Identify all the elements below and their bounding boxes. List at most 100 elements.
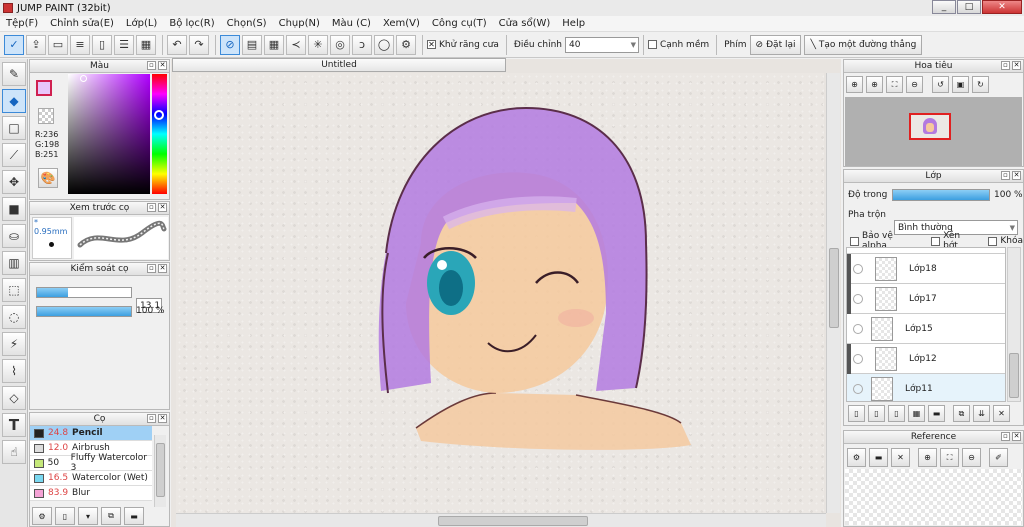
zoom-out-icon[interactable]: ⊖ [906,76,923,93]
new-layer-icon[interactable]: ▯ [848,405,865,422]
menu-filter[interactable]: Bộ lọc(R) [163,18,220,29]
open-folder-icon[interactable]: ▬ [869,448,888,467]
zoom-out-icon[interactable]: ⊖ [962,448,981,467]
close-icon[interactable]: ✕ [1012,432,1021,441]
menu-color[interactable]: Màu (C) [326,18,377,29]
undock-icon[interactable]: ▫ [147,203,156,212]
ellipse-snap-icon[interactable]: ◯ [374,34,394,55]
brush-item-blur[interactable]: 83.9 Blur [30,486,152,501]
reset-button[interactable]: ⊘ Đặt lại [749,34,802,55]
layer-visibility-icon[interactable]: ✓ [4,34,24,55]
maximize-button[interactable]: □ [957,0,981,14]
select-pen-tool-icon[interactable]: ⌇ [2,359,26,383]
reference-view[interactable] [845,469,1022,525]
layer-list-scrollbar[interactable] [1007,247,1021,402]
brush-tool-icon[interactable]: ✎ [2,62,26,86]
menu-file[interactable]: Tệp(F) [0,18,44,29]
menu-window[interactable]: Cửa sổ(W) [493,18,557,29]
canvas-vertical-scrollbar[interactable] [826,73,840,513]
close-button[interactable]: ✕ [982,0,1022,14]
close-icon[interactable]: ✕ [1012,171,1021,180]
snap-off-icon[interactable]: ⊘ [220,34,240,55]
lock-checkbox[interactable] [988,236,998,246]
rotate-left-icon[interactable]: ↺ [932,76,949,93]
undock-icon[interactable]: ▫ [1001,171,1010,180]
settings-icon[interactable]: ⚙ [396,34,416,55]
undock-icon[interactable]: ▫ [1001,432,1010,441]
document-tab[interactable]: Untitled [172,58,506,72]
layer-row[interactable]: Lớp18 [847,254,1005,284]
brush-item-watercolor-wet[interactable]: 16.5 Watercolor (Wet) [30,471,152,486]
fill-shape-tool-icon[interactable]: ■ [2,197,26,221]
eyedropper-icon[interactable]: ✐ [989,448,1008,467]
main-color-swatch[interactable] [36,80,52,96]
brush-opacity-slider[interactable] [36,306,132,317]
navigator-preview[interactable] [845,97,1022,166]
export-icon[interactable]: ⇪ [26,34,46,55]
zoom-fit-icon[interactable]: ⛶ [886,76,903,93]
close-icon[interactable]: ✕ [1012,61,1021,70]
eye-icon[interactable] [853,383,863,394]
new-8bit-layer-icon[interactable]: ▯ [868,405,885,422]
page-icon[interactable]: ▯ [92,34,112,55]
rotate-right-icon[interactable]: ↻ [972,76,989,93]
hue-slider[interactable] [152,74,167,194]
zoom-actual-icon[interactable]: ⊕ [846,76,863,93]
zoom-in-icon[interactable]: ⊕ [918,448,937,467]
menu-select[interactable]: Chọn(S) [221,18,273,29]
curve-snap-icon[interactable]: ↄ [352,34,372,55]
menu-capture[interactable]: Chụp(N) [273,18,326,29]
close-reference-icon[interactable]: ✕ [891,448,910,467]
palette-icon[interactable]: 🎨 [38,168,58,188]
brush-copy-icon[interactable]: ⧉ [101,507,121,525]
brush-item-fluffy-watercolor[interactable]: 50 Fluffy Watercolor 3 [30,453,152,473]
undock-icon[interactable]: ▫ [147,61,156,70]
brush-list-scrollbar[interactable] [154,435,166,507]
eye-icon[interactable] [853,323,863,334]
antialias-checkbox[interactable]: ✕ [427,40,436,49]
layer-opacity-slider[interactable] [892,189,990,201]
lasso-tool-icon[interactable]: ◌ [2,305,26,329]
text-tool-icon[interactable]: T [2,413,26,437]
layer-row[interactable]: Lớp15 [847,314,1005,344]
parallel-snap-icon[interactable]: ▤ [242,34,262,55]
brush-settings-icon[interactable]: ⚙ [32,507,52,525]
list-icon[interactable]: ☰ [114,34,134,55]
new-brush-icon[interactable]: ▯ [55,507,75,525]
gradient-tool-icon[interactable]: ▥ [2,251,26,275]
select-eraser-tool-icon[interactable]: ◇ [2,386,26,410]
eraser-tool-icon[interactable]: ◆ [2,89,26,113]
duplicate-layer-icon[interactable]: ⧉ [953,405,970,422]
bucket-tool-icon[interactable]: ⛀ [2,224,26,248]
hand-tool-icon[interactable]: ☝ [2,440,26,464]
adjust-select[interactable]: 40 ▼ [564,36,639,53]
canvas-horizontal-scrollbar[interactable] [176,513,826,527]
radial-snap-icon[interactable]: ✳ [308,34,328,55]
zoom-fit-icon[interactable]: ⛶ [940,448,959,467]
menu-tools[interactable]: Công cụ(T) [426,18,493,29]
rotate-reset-icon[interactable]: ▣ [952,76,969,93]
undock-icon[interactable]: ▫ [147,264,156,273]
select-rect-tool-icon[interactable]: ⬚ [2,278,26,302]
redo-icon[interactable]: ↷ [189,34,209,55]
menu-help[interactable]: Help [556,18,591,29]
vanishing-snap-icon[interactable]: ≺ [286,34,306,55]
rectangle-tool-icon[interactable]: □ [2,116,26,140]
brush-size-slider[interactable] [36,287,132,298]
layer-row-selected[interactable]: Lớp11 [847,374,1005,401]
comment-icon[interactable]: ▭ [48,34,68,55]
close-icon[interactable]: ✕ [158,203,167,212]
zoom-in-icon[interactable]: ⊕ [866,76,883,93]
menu-layer[interactable]: Lớp(L) [120,18,163,29]
move-tool-icon[interactable]: ✥ [2,170,26,194]
close-icon[interactable]: ✕ [158,264,167,273]
transparent-color-swatch[interactable] [38,108,54,124]
close-icon[interactable]: ✕ [158,61,167,70]
straight-line-button[interactable]: ╲ Tạo một đường thẳng [804,34,923,55]
grid-snap-icon[interactable]: ▦ [264,34,284,55]
undock-icon[interactable]: ▫ [147,414,156,423]
layer-row[interactable]: Lớp17 [847,284,1005,314]
grid-tools-icon[interactable]: ▦ [136,34,156,55]
saturation-value-picker[interactable] [68,74,150,194]
menu-view[interactable]: Xem(V) [377,18,426,29]
